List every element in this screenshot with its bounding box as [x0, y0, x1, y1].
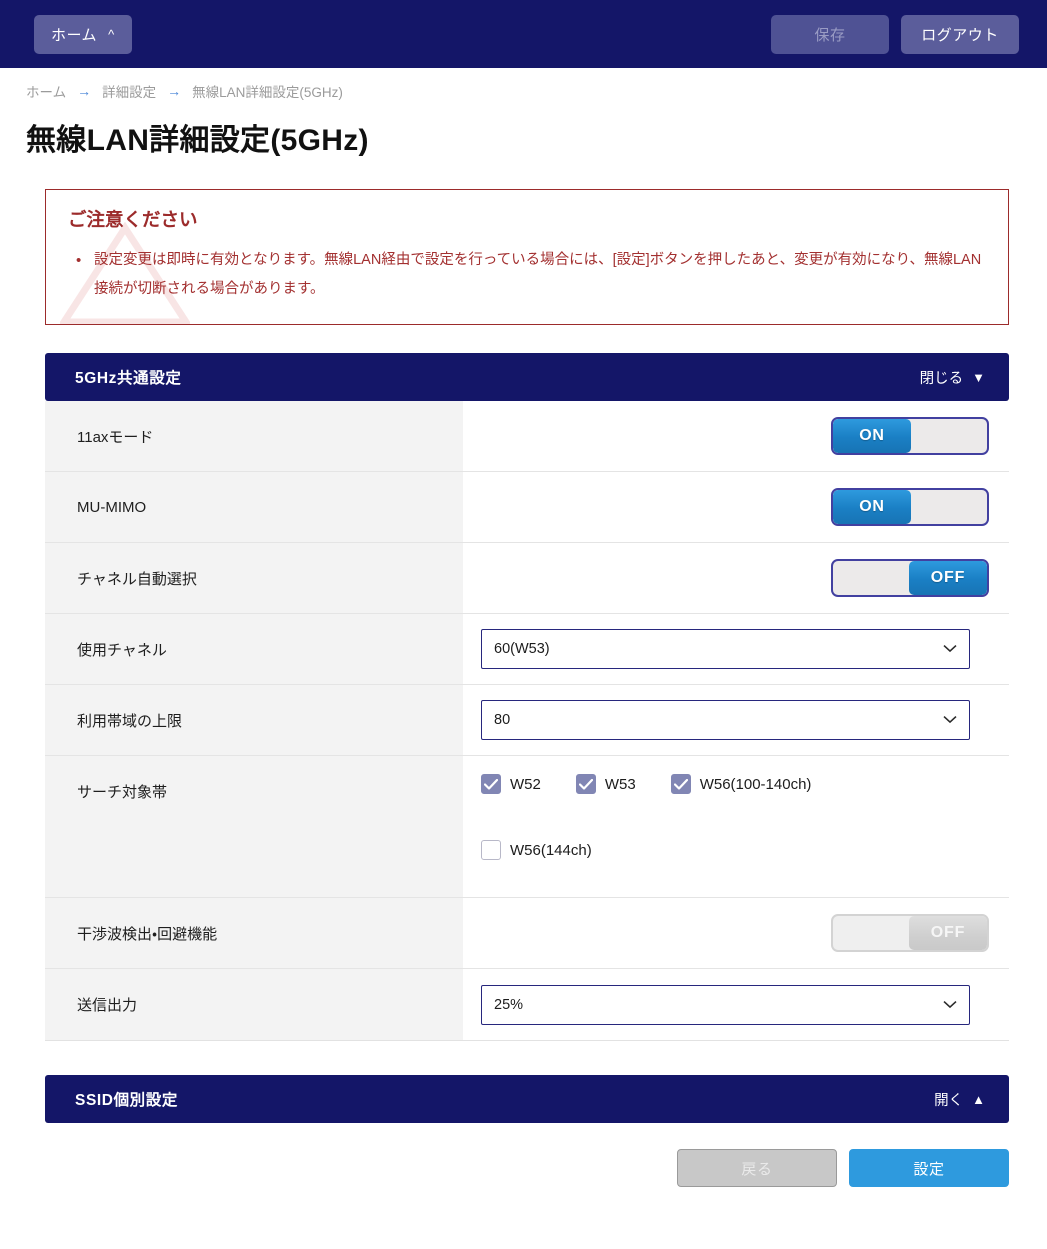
toggle-11ax-mode[interactable]: ON — [831, 417, 989, 455]
checkbox-item-w52[interactable]: W52 — [481, 774, 541, 794]
checkbox-label: W56(144ch) — [510, 841, 592, 859]
breadcrumb-arrow-icon: → — [167, 83, 182, 99]
section-header-common-5ghz[interactable]: 5GHz共通設定 閉じる ▼ — [45, 353, 1009, 401]
breadcrumb: ホーム → 詳細設定 → 無線LAN詳細設定(5GHz) — [0, 68, 1047, 101]
setting-value: ON — [463, 401, 1009, 471]
section-collapse-label: 閉じる — [919, 370, 964, 387]
toggle-mu-mimo[interactable]: ON — [831, 488, 989, 526]
setting-value: 60(W53) — [463, 614, 1009, 684]
setting-label: MU-MIMO — [45, 472, 463, 542]
section-collapse-control[interactable]: 閉じる ▼ — [920, 367, 985, 388]
search-band-row-secondary: W56(144ch) — [481, 840, 618, 860]
section-header-ssid-individual[interactable]: SSID個別設定 開く ▲ — [45, 1075, 1009, 1123]
select-wrapper-bandwidth-limit: 80 — [481, 700, 970, 740]
section-expand-control[interactable]: 開く ▲ — [934, 1089, 985, 1110]
setting-row-channel-auto-select: チャネル自動選択 OFF — [45, 543, 1009, 614]
checkbox-box[interactable] — [481, 774, 501, 794]
setting-label: 使用チャネル — [45, 614, 463, 684]
setting-row-transmit-power: 送信出力 25% — [45, 969, 1009, 1040]
page-title: 無線LAN詳細設定(5GHz) — [26, 124, 369, 157]
breadcrumb-arrow-icon: → — [77, 83, 92, 99]
checkbox-item-w56-144[interactable]: W56(144ch) — [481, 840, 592, 860]
toggle-knob-label: ON — [833, 419, 911, 453]
checkbox-box[interactable] — [670, 774, 691, 794]
warning-list: 設定変更は即時に有効となります。無線LAN経由で設定を行っている場合には、[設定… — [68, 246, 986, 304]
warning-panel: ご注意ください 設定変更は即時に有効となります。無線LAN経由で設定を行っている… — [45, 189, 1009, 325]
setting-value: OFF — [463, 543, 1009, 613]
bottom-spacer — [0, 1187, 1047, 1217]
section-title: SSID個別設定 — [75, 1092, 178, 1109]
topbar-actions: 保存 ログアウト — [771, 14, 1019, 54]
checkbox-item-w53[interactable]: W53 — [575, 774, 636, 794]
select-bandwidth-limit[interactable]: 80 — [481, 700, 970, 740]
setting-label: サーチ対象帯 — [45, 756, 463, 897]
setting-label: 送信出力 — [45, 969, 463, 1040]
toggle-knob-label: OFF — [909, 916, 987, 950]
breadcrumb-item-current: 無線LAN詳細設定(5GHz) — [192, 85, 343, 100]
setting-value: W52 W53 W56(100-140ch) W56(144ch) — [463, 756, 1009, 897]
setting-label: チャネル自動選択 — [45, 543, 463, 613]
warning-list-item: 設定変更は即時に有効となります。無線LAN経由で設定を行っている場合には、[設定… — [76, 246, 986, 304]
setting-row-used-channel: 使用チャネル 60(W53) — [45, 614, 1009, 685]
toggle-knob-label: OFF — [909, 561, 987, 595]
check-icon — [578, 778, 593, 790]
section-expand-label: 開く — [934, 1092, 964, 1109]
footer-actions: 戻る 設定 — [45, 1149, 1009, 1187]
setting-row-search-bands: サーチ対象帯 W52 W53 W56(100-140ch) W56(144ch) — [45, 756, 1009, 898]
logout-button[interactable]: ログアウト — [901, 14, 1019, 54]
toggle-channel-auto-select[interactable]: OFF — [831, 559, 989, 597]
setting-label: 干渉波検出・回避機能 — [45, 898, 463, 968]
settings-table-common-5ghz: 11axモード ON MU-MIMO ON チャネル自動選択 OFF 使用チャネ… — [45, 401, 1009, 1041]
setting-row-interference-avoidance: 干渉波検出・回避機能 OFF — [45, 898, 1009, 969]
select-wrapper-used-channel: 60(W53) — [481, 629, 970, 669]
setting-row-11ax-mode: 11axモード ON — [45, 401, 1009, 472]
checkbox-box[interactable] — [481, 840, 501, 860]
select-transmit-power[interactable]: 25% — [481, 984, 970, 1025]
setting-label: 利用帯域の上限 — [45, 685, 463, 755]
section-title: 5GHz共通設定 — [75, 370, 182, 387]
select-wrapper-transmit-power: 25% — [481, 984, 970, 1025]
back-button[interactable]: 戻る — [677, 1149, 837, 1187]
check-icon — [484, 778, 498, 790]
setting-label: 11axモード — [45, 401, 463, 471]
apply-button[interactable]: 設定 — [849, 1149, 1009, 1187]
check-icon — [673, 778, 688, 790]
chevron-up-icon: ^ — [108, 26, 115, 42]
chevron-up-icon: ▲ — [972, 1091, 985, 1107]
toggle-knob-label: ON — [833, 490, 911, 524]
toggle-interference-avoidance[interactable]: OFF — [831, 914, 989, 952]
chevron-down-icon: ▼ — [972, 369, 985, 385]
checkbox-item-w56-100-140[interactable]: W56(100-140ch) — [670, 774, 812, 794]
warning-title: ご注意ください — [68, 209, 198, 230]
checkbox-label: W53 — [604, 775, 636, 793]
top-navigation-bar: ホーム ^ 保存 ログアウト — [0, 0, 1047, 68]
breadcrumb-item-home[interactable]: ホーム — [26, 81, 66, 101]
save-button[interactable]: 保存 — [771, 14, 889, 54]
setting-value: 80 — [463, 685, 1009, 755]
select-used-channel[interactable]: 60(W53) — [481, 629, 970, 669]
home-button-label: ホーム — [51, 26, 98, 44]
setting-value: OFF — [463, 898, 1009, 968]
home-button[interactable]: ホーム ^ — [34, 14, 132, 54]
search-band-row-primary: W52 W53 W56(100-140ch) — [481, 774, 837, 794]
checkbox-label: W52 — [510, 775, 541, 793]
setting-value: 25% — [463, 969, 1009, 1040]
checkbox-label: W56(100-140ch) — [699, 775, 812, 793]
setting-row-bandwidth-limit: 利用帯域の上限 80 — [45, 685, 1009, 756]
checkbox-box[interactable] — [575, 774, 596, 794]
setting-row-mu-mimo: MU-MIMO ON — [45, 472, 1009, 543]
breadcrumb-item-advanced[interactable]: 詳細設定 — [102, 81, 156, 101]
setting-value: ON — [463, 472, 1009, 542]
